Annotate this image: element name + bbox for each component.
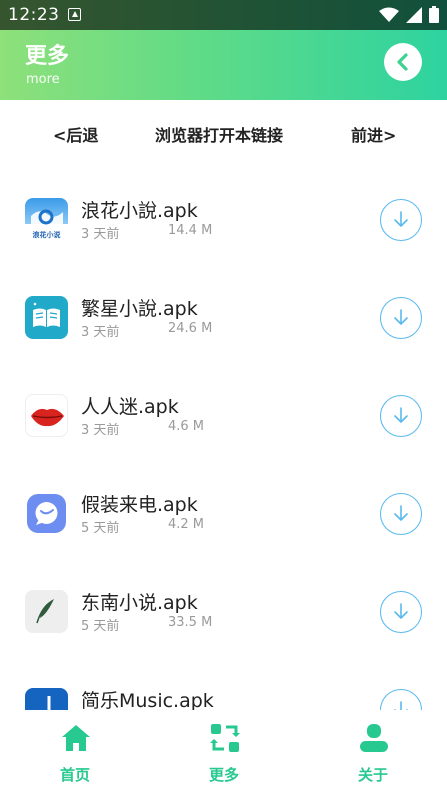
app-age: 3 天前 — [81, 325, 120, 340]
app-name: 假装来电.apk — [81, 494, 198, 516]
download-button[interactable] — [380, 297, 422, 339]
open-in-browser-link[interactable]: 浏览器打开本链接 — [155, 122, 283, 146]
app-name: 繁星小說.apk — [81, 298, 198, 320]
app-size: 4.6 M — [168, 419, 205, 434]
tab-more[interactable]: 更多 — [174, 710, 274, 796]
page-title: 更多 — [25, 44, 70, 69]
home-icon — [62, 725, 90, 751]
download-arrow-icon — [394, 701, 408, 710]
download-arrow-icon — [394, 407, 408, 423]
app-size: 24.6 M — [168, 321, 213, 336]
chevron-left-icon — [397, 53, 408, 71]
app-size: 4.2 M — [168, 517, 205, 532]
app-age: 5 天前 — [81, 619, 120, 634]
bottom-tab-bar: 首页 更多 关于 — [0, 710, 447, 796]
nav-forward-link[interactable]: 前进> — [351, 122, 396, 146]
download-button[interactable] — [380, 591, 422, 633]
chat-bubble-icon — [25, 492, 68, 535]
signal-icon — [406, 6, 422, 23]
app-name: 人人迷.apk — [81, 396, 179, 418]
download-arrow-icon — [394, 603, 408, 619]
music-note-icon — [25, 688, 68, 710]
battery-icon — [429, 6, 439, 23]
app-name: 东南小说.apk — [81, 592, 198, 614]
download-arrow-icon — [394, 211, 408, 227]
app-name: 简乐Music.apk — [81, 690, 214, 710]
wifi-icon — [379, 7, 399, 22]
app-age: 3 天前 — [81, 227, 120, 242]
feather-icon — [25, 590, 68, 633]
download-button[interactable] — [380, 199, 422, 241]
list-item[interactable]: 假装来电.apk 5 天前 4.2 M — [0, 464, 447, 562]
list-item[interactable]: 简乐Music.apk — [0, 660, 447, 710]
download-arrow-icon — [394, 505, 408, 521]
tab-home[interactable]: 首页 — [25, 710, 125, 796]
status-bar: 12:23 — [0, 0, 447, 30]
download-button[interactable] — [380, 395, 422, 437]
download-button[interactable] — [380, 689, 422, 710]
browser-nav: <后退 浏览器打开本链接 前进> — [0, 100, 447, 162]
tab-about-label: 关于 — [357, 766, 388, 784]
app-size: 14.4 M — [168, 223, 213, 238]
header-bar: 12:23 更多 more — [0, 0, 447, 100]
app-size: 33.5 M — [168, 615, 213, 630]
lips-icon — [25, 394, 68, 437]
langhua-icon-text: 浪花小说 — [32, 231, 61, 239]
fanxing-book-icon — [25, 296, 68, 339]
download-arrow-icon — [394, 309, 408, 325]
langhua-app-icon: 浪花小说 — [25, 198, 68, 241]
nav-back-link[interactable]: <后退 — [53, 122, 98, 146]
download-button[interactable] — [380, 493, 422, 535]
list-item[interactable]: 东南小说.apk 5 天前 33.5 M — [0, 562, 447, 660]
status-time: 12:23 — [8, 5, 60, 25]
system-icons — [379, 6, 439, 23]
list-item[interactable]: 浪花小说 浪花小說.apk 3 天前 14.4 M — [0, 170, 447, 268]
page-subtitle: more — [26, 72, 60, 87]
tab-about[interactable]: 关于 — [323, 710, 423, 796]
apk-list: 浪花小说 浪花小說.apk 3 天前 14.4 M 繁星小說.apk 3 天前 … — [0, 170, 447, 710]
tab-more-label: 更多 — [208, 766, 239, 784]
app-age: 3 天前 — [81, 423, 120, 438]
list-item[interactable]: 人人迷.apk 3 天前 4.6 M — [0, 366, 447, 464]
user-icon — [360, 724, 388, 752]
app-age: 5 天前 — [81, 521, 120, 536]
back-button[interactable] — [384, 43, 422, 81]
refresh-icon — [210, 724, 240, 752]
app-name: 浪花小說.apk — [81, 200, 198, 222]
notification-icon — [68, 8, 81, 21]
screen: 12:23 更多 more <后退 浏览器打开本链接 前进> 浪花小说 浪花小說… — [0, 0, 447, 796]
list-item[interactable]: 繁星小說.apk 3 天前 24.6 M — [0, 268, 447, 366]
tab-home-label: 首页 — [59, 766, 90, 784]
